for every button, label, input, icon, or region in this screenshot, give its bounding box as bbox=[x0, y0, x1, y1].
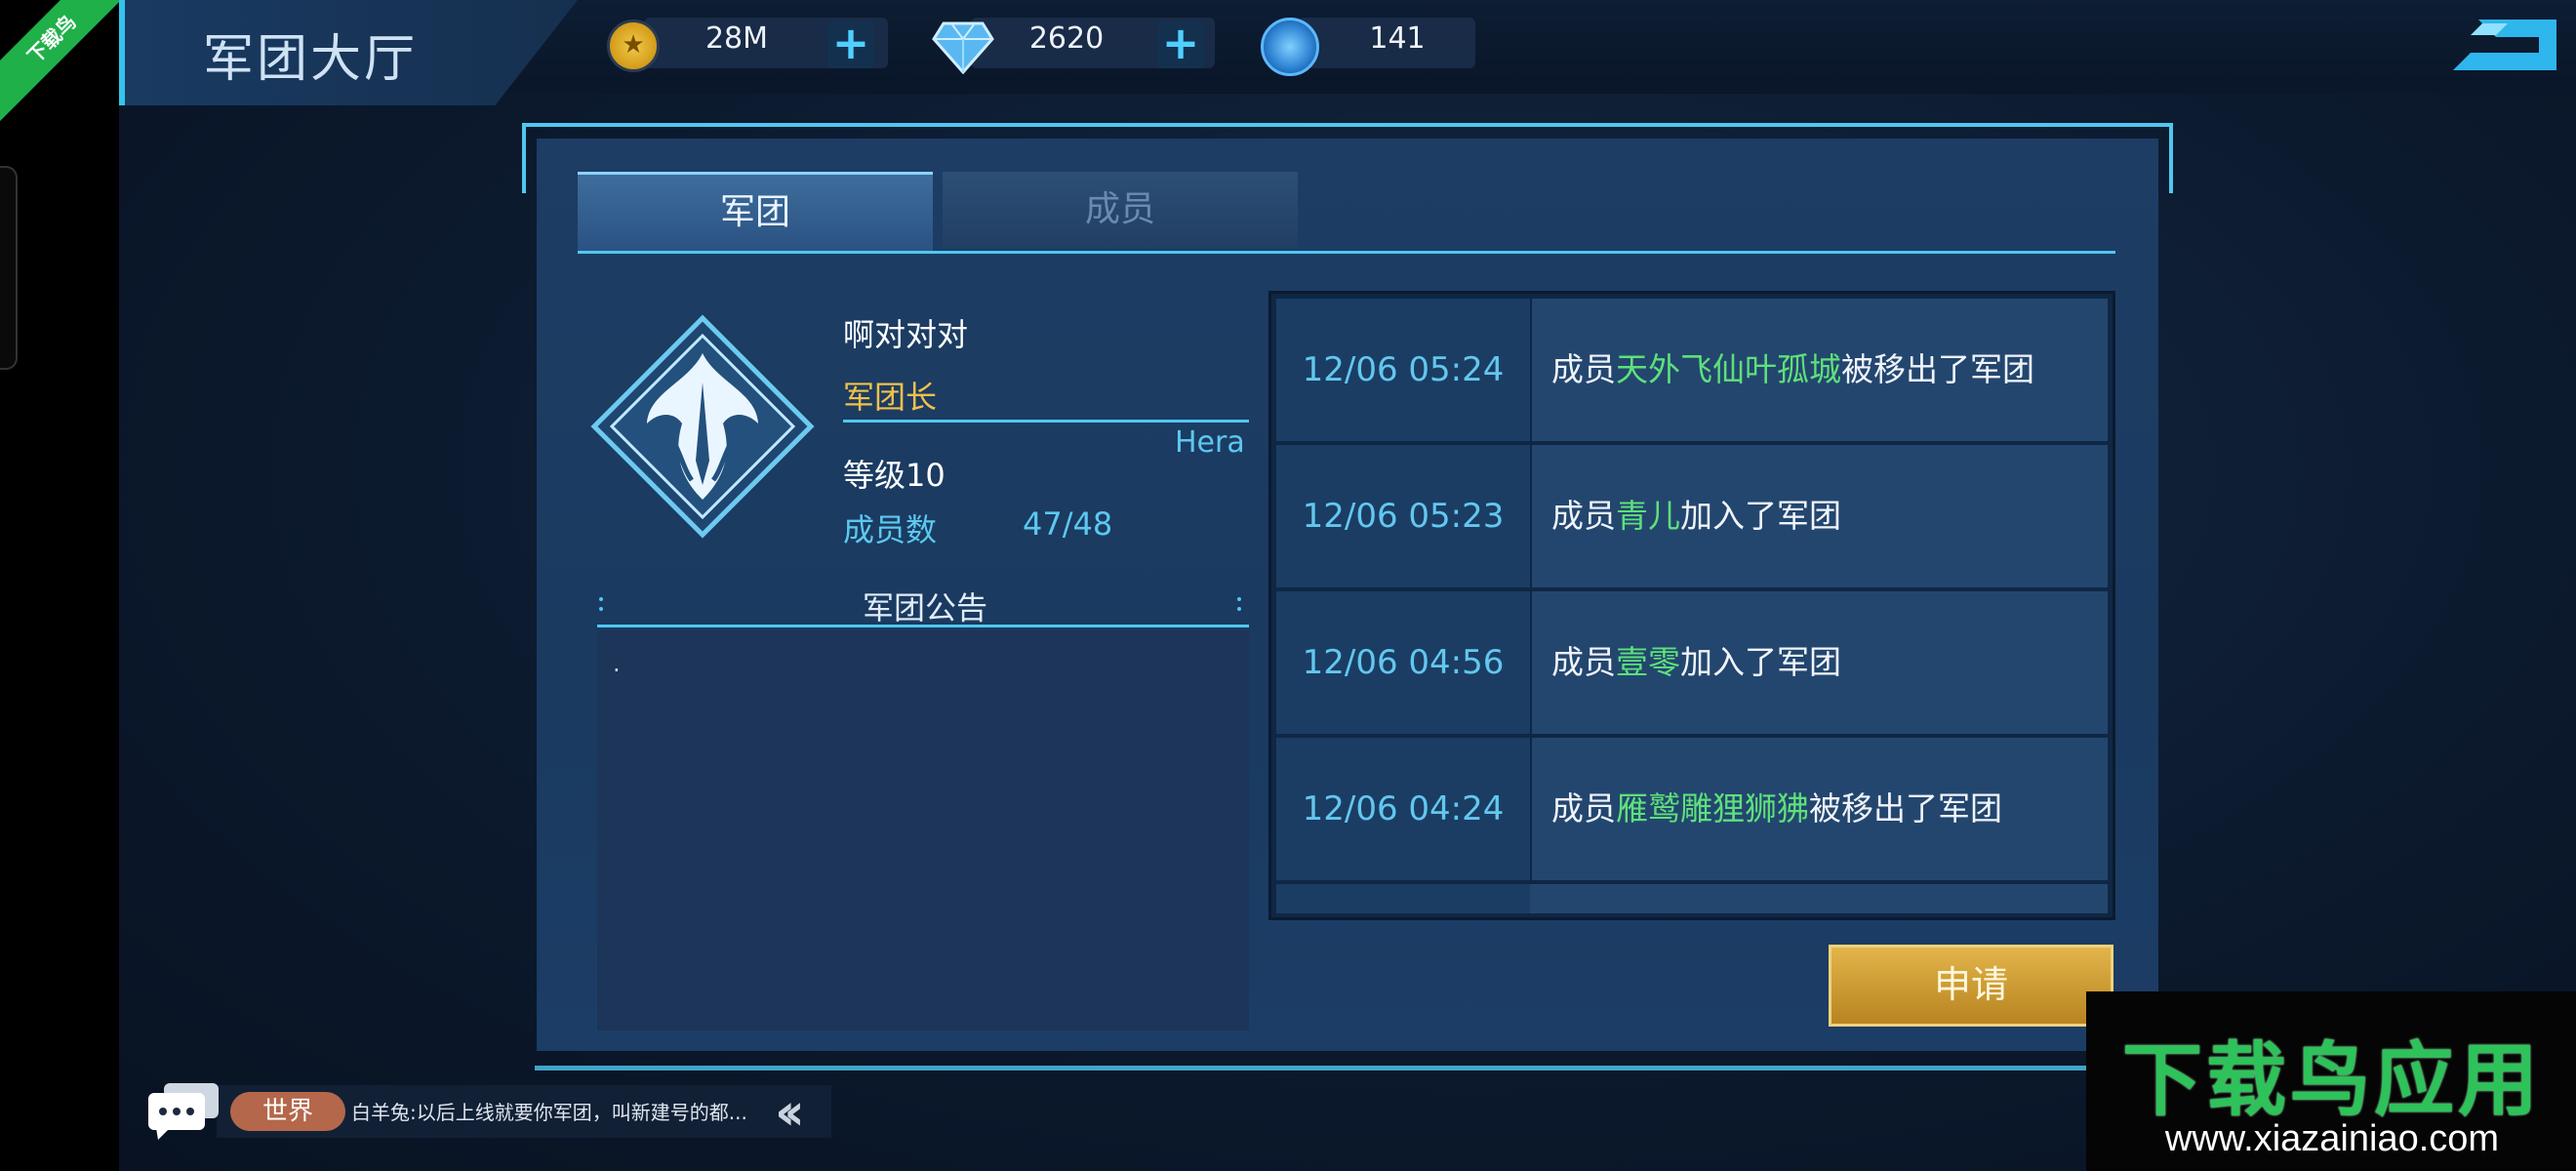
panel-bottom-line bbox=[535, 1066, 2162, 1070]
log-member-name: 天外飞仙叶孤城 bbox=[1616, 350, 1841, 388]
diamond-value: 2620 bbox=[1028, 21, 1105, 56]
add-diamond-button[interactable]: + bbox=[1157, 20, 1204, 68]
log-prefix: 成员 bbox=[1551, 350, 1616, 388]
tab-legion[interactable]: 军团 bbox=[578, 172, 933, 251]
log-suffix: 加入了军团 bbox=[1680, 497, 1841, 535]
log-time: 12/06 04:56 bbox=[1276, 591, 1530, 734]
leader-name: Hera bbox=[1175, 425, 1245, 460]
notice-title: 军团公告 bbox=[862, 589, 987, 626]
log-time: 12/06 05:23 bbox=[1276, 445, 1530, 587]
log-time: 12/06 05:24 bbox=[1276, 299, 1530, 441]
log-row: 12/06 04:24 成员雁鹫雕狸狮狒被移出了军团 bbox=[1276, 738, 2108, 880]
log-suffix: 被移出了军团 bbox=[1841, 350, 2034, 388]
device-notch bbox=[0, 166, 18, 370]
log-member-name: 壹零 bbox=[1616, 643, 1680, 681]
guild-role: 军团长 bbox=[843, 379, 938, 416]
guild-emblem bbox=[590, 314, 815, 539]
member-count-label: 成员数 bbox=[843, 511, 938, 548]
chat-icon[interactable] bbox=[146, 1081, 221, 1142]
left-black-strip bbox=[0, 0, 119, 1171]
log-message: 成员天外飞仙叶孤城被移出了军团 bbox=[1532, 299, 2108, 441]
page-title: 军团大厅 bbox=[203, 30, 419, 89]
notice-corner-mark bbox=[1237, 597, 1251, 611]
guild-name: 啊对对对 bbox=[843, 316, 969, 353]
exit-icon[interactable] bbox=[2449, 18, 2558, 72]
energy-value: 141 bbox=[1369, 21, 1426, 56]
role-divider bbox=[843, 420, 1249, 423]
watermark-title: 下载鸟应用 bbox=[2121, 1034, 2542, 1127]
chat-message: 白羊兔:以后上线就要你军团，叫新建号的都... bbox=[351, 1101, 747, 1124]
gold-value: 28M bbox=[704, 21, 769, 56]
log-member-name: 雁鹫雕狸狮狒 bbox=[1616, 789, 1809, 828]
guild-level: 等级10 bbox=[843, 457, 946, 494]
log-prefix: 成员 bbox=[1551, 789, 1616, 828]
log-prefix: 成员 bbox=[1551, 497, 1616, 535]
notice-text: . bbox=[613, 650, 621, 677]
tab-members[interactable]: 成员 bbox=[943, 172, 1298, 248]
log-message: 成员雁鹫雕狸狮狒被移出了军团 bbox=[1532, 738, 2108, 880]
watermark-url: www.xiazainiao.com bbox=[2164, 1118, 2500, 1159]
add-gold-button[interactable]: + bbox=[827, 20, 874, 68]
log-prefix: 成员 bbox=[1551, 643, 1616, 681]
notice-divider bbox=[597, 625, 1249, 627]
log-row: 12/06 04:56 成员壹零加入了军团 bbox=[1276, 591, 2108, 734]
member-count-value: 47/48 bbox=[1023, 505, 1113, 543]
log-suffix: 被移出了军团 bbox=[1809, 789, 2002, 828]
log-message: 成员壹零加入了军团 bbox=[1532, 591, 2108, 734]
apply-button[interactable]: 申请 bbox=[1829, 945, 2113, 1027]
chat-channel-tag[interactable]: 世界 bbox=[230, 1092, 345, 1131]
notice-corner-mark bbox=[599, 597, 613, 611]
collapse-icon[interactable]: ‹‹ bbox=[775, 1083, 805, 1142]
log-row-partial bbox=[1276, 884, 2108, 913]
log-suffix: 加入了军团 bbox=[1680, 643, 1841, 681]
log-time: 12/06 04:24 bbox=[1276, 738, 1530, 880]
log-message: 成员青儿加入了军团 bbox=[1532, 445, 2108, 587]
log-row: 12/06 05:24 成员天外飞仙叶孤城被移出了军团 bbox=[1276, 299, 2108, 441]
notice-box[interactable] bbox=[597, 630, 1249, 1030]
tab-underline bbox=[578, 251, 2115, 254]
log-member-name: 青儿 bbox=[1616, 497, 1680, 535]
log-row: 12/06 05:23 成员青儿加入了军团 bbox=[1276, 445, 2108, 587]
